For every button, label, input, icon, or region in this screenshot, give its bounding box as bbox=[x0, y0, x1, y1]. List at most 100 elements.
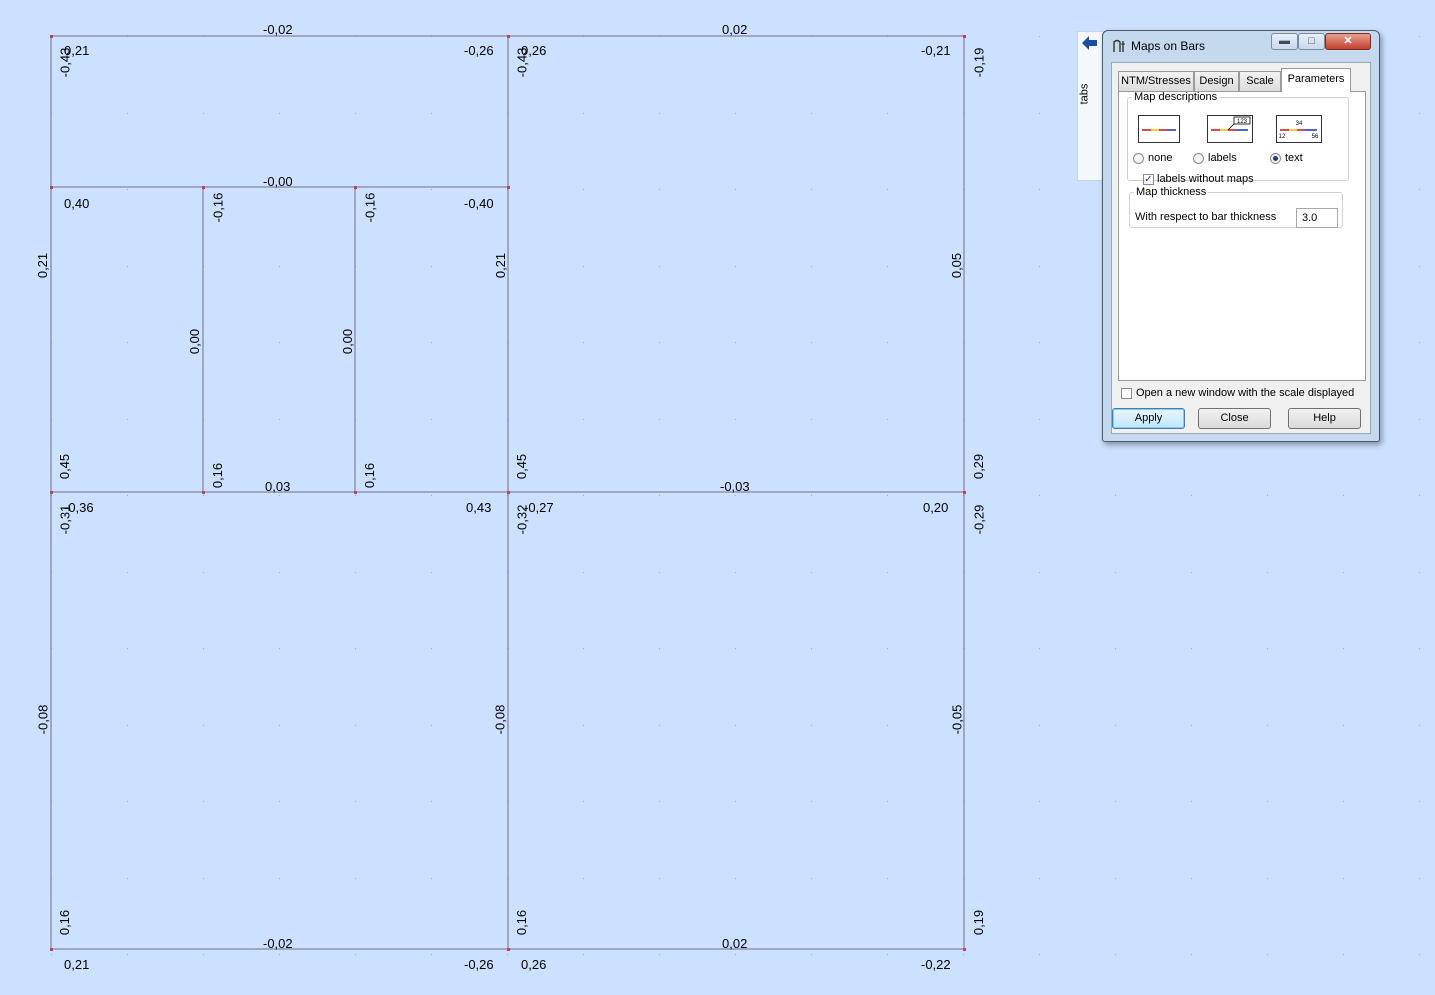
structure-node[interactable] bbox=[963, 948, 966, 951]
radio-labels[interactable] bbox=[1193, 153, 1204, 164]
grid-dot bbox=[1267, 648, 1268, 649]
grid-dot bbox=[1039, 342, 1040, 343]
open-new-window-label: Open a new window with the scale display… bbox=[1136, 387, 1355, 399]
apply-button[interactable]: Apply bbox=[1112, 408, 1185, 429]
bar-value-label: 0,02 bbox=[722, 936, 748, 951]
bar-value-label: 0,45 bbox=[514, 453, 530, 480]
grid-dot bbox=[127, 189, 128, 190]
map-labels-preview-icon[interactable]: 123 bbox=[1207, 115, 1253, 143]
grid-dot bbox=[583, 189, 584, 190]
grid-dot bbox=[1191, 954, 1192, 955]
help-button[interactable]: Help bbox=[1288, 408, 1361, 429]
close-window-button[interactable]: ✕ bbox=[1325, 33, 1371, 50]
minimize-button[interactable]: ▬ bbox=[1271, 33, 1298, 50]
structure-node[interactable] bbox=[50, 186, 53, 189]
radio-text[interactable] bbox=[1270, 153, 1281, 164]
map-text-preview-right: 56 bbox=[1312, 134, 1319, 140]
labels-without-maps-checkbox[interactable]: ✓ bbox=[1143, 174, 1154, 185]
bar-value-label: 0,19 bbox=[971, 909, 987, 936]
structure-node[interactable] bbox=[50, 35, 53, 38]
grid-dot bbox=[1191, 801, 1192, 802]
grid-dot bbox=[1039, 419, 1040, 420]
map-text-preview-icon[interactable]: 34 12 56 bbox=[1276, 115, 1322, 143]
bar-value-label: -0,26 bbox=[464, 957, 494, 972]
structure-node[interactable] bbox=[202, 186, 205, 189]
close-button[interactable]: Close bbox=[1198, 408, 1271, 429]
grid-dot bbox=[279, 878, 280, 879]
grid-dot bbox=[431, 572, 432, 573]
radio-labels-label: labels bbox=[1208, 152, 1237, 164]
grid-dot bbox=[127, 113, 128, 114]
tab-ntm-stresses[interactable]: NTM/Stresses bbox=[1118, 71, 1194, 91]
arrow-left-icon[interactable] bbox=[1082, 36, 1098, 55]
map-descriptions-group: Map descriptions 123 34 12 56 none label… bbox=[1127, 91, 1349, 185]
grid-dot bbox=[431, 266, 432, 267]
structure-node[interactable] bbox=[202, 491, 205, 494]
dialog-titlebar[interactable]: Maps on Bars ▬ □ ✕ bbox=[1103, 31, 1379, 59]
tabs-side-panel[interactable]: tabs bbox=[1077, 31, 1103, 181]
grid-dot bbox=[659, 572, 660, 573]
grid-dot bbox=[431, 189, 432, 190]
grid-dot bbox=[735, 648, 736, 649]
tabs-label: tabs bbox=[1078, 83, 1091, 105]
grid-dot bbox=[1343, 495, 1344, 496]
bar-value-label: -0,03 bbox=[720, 479, 750, 494]
maximize-icon: □ bbox=[1308, 35, 1315, 47]
grid-dot bbox=[51, 954, 52, 955]
grid-dot bbox=[431, 648, 432, 649]
grid-dot bbox=[887, 801, 888, 802]
structure-node[interactable] bbox=[963, 491, 966, 494]
grid-dot bbox=[355, 495, 356, 496]
grid-dot bbox=[1267, 954, 1268, 955]
structure-node[interactable] bbox=[50, 948, 53, 951]
grid-dot bbox=[355, 572, 356, 573]
grid-dot bbox=[1115, 801, 1116, 802]
structure-node[interactable] bbox=[354, 186, 357, 189]
radio-none-label: none bbox=[1148, 152, 1173, 164]
grid-dot bbox=[203, 572, 204, 573]
tab-scale[interactable]: Scale bbox=[1239, 71, 1281, 91]
structure-node[interactable] bbox=[507, 948, 510, 951]
grid-dot bbox=[583, 419, 584, 420]
grid-dot bbox=[887, 189, 888, 190]
close-icon: ✕ bbox=[1343, 35, 1353, 47]
structure-node[interactable] bbox=[354, 491, 357, 494]
grid-dot bbox=[1419, 801, 1420, 802]
maximize-button[interactable]: □ bbox=[1298, 33, 1325, 50]
grid-dot bbox=[735, 189, 736, 190]
structure-node[interactable] bbox=[507, 491, 510, 494]
tab-parameters[interactable]: Parameters bbox=[1281, 68, 1351, 92]
grid-dot bbox=[887, 725, 888, 726]
grid-dot bbox=[659, 266, 660, 267]
bar-value-label: -0,43 bbox=[514, 47, 530, 78]
open-new-window-checkbox[interactable] bbox=[1121, 388, 1132, 399]
thickness-input[interactable] bbox=[1296, 208, 1338, 228]
tab-design[interactable]: Design bbox=[1194, 71, 1239, 91]
grid-dot bbox=[1419, 419, 1420, 420]
grid-dot bbox=[659, 419, 660, 420]
grid-dot bbox=[811, 725, 812, 726]
bar-value-label: -0,05 bbox=[949, 704, 965, 735]
bar-value-label: -0,22 bbox=[921, 957, 951, 972]
structure-node[interactable] bbox=[507, 186, 510, 189]
grid-dot bbox=[659, 189, 660, 190]
structure-node[interactable] bbox=[50, 491, 53, 494]
structure-node[interactable] bbox=[963, 35, 966, 38]
grid-dot bbox=[355, 113, 356, 114]
grid-dot bbox=[887, 495, 888, 496]
map-none-preview-icon[interactable] bbox=[1138, 115, 1180, 143]
grid-dot bbox=[1343, 725, 1344, 726]
grid-dot bbox=[355, 954, 356, 955]
grid-dot bbox=[811, 954, 812, 955]
grid-dot bbox=[203, 113, 204, 114]
bar-value-label: 0,21 bbox=[493, 252, 509, 279]
structure-node[interactable] bbox=[507, 35, 510, 38]
grid-dot bbox=[887, 113, 888, 114]
bar-value-label: 0,05 bbox=[949, 252, 965, 279]
bar-value-label: -0,02 bbox=[263, 22, 293, 37]
grid-dot bbox=[279, 572, 280, 573]
maps-on-bars-dialog: Maps on Bars ▬ □ ✕ NTM/Stresses Design S… bbox=[1102, 30, 1380, 442]
radio-none[interactable] bbox=[1133, 153, 1144, 164]
grid-dot bbox=[431, 342, 432, 343]
bar-value-label: 0,43 bbox=[466, 500, 492, 515]
